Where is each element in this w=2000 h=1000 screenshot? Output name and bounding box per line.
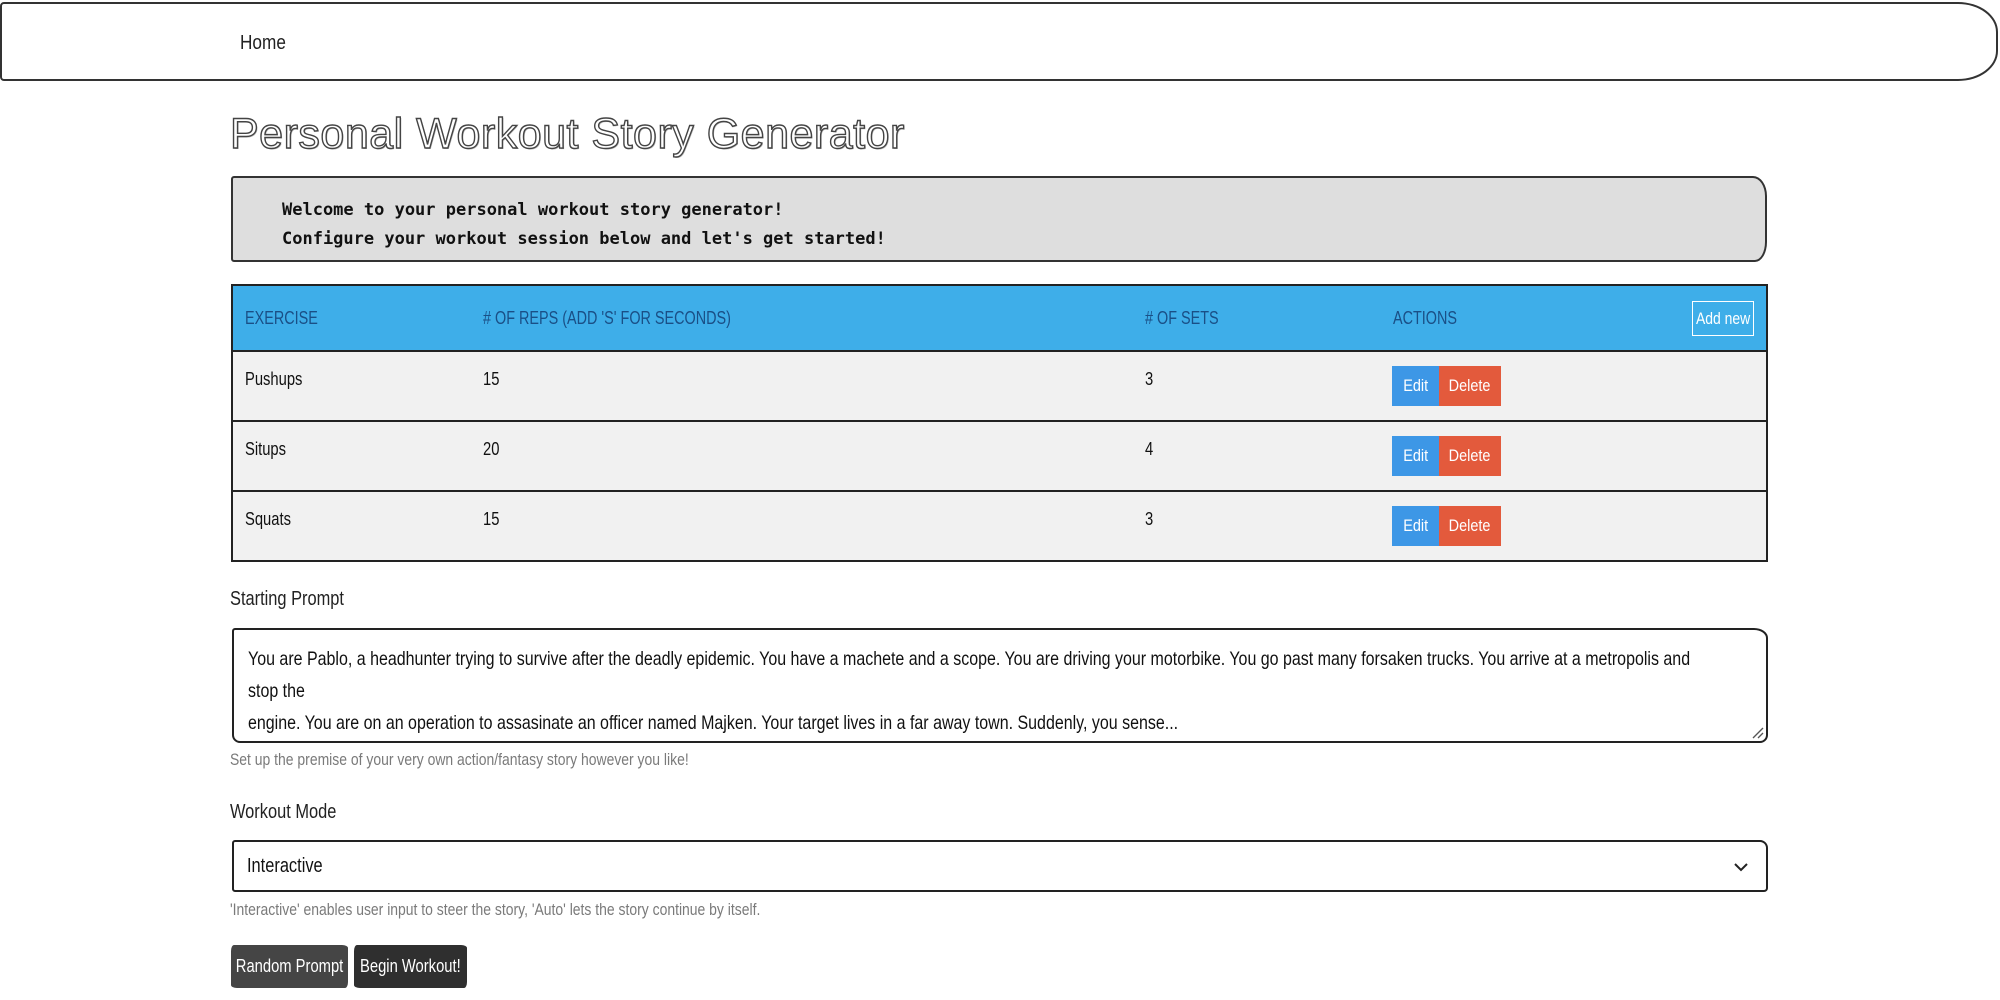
prompt-line-2: engine. You are on an operation to assas… [248,712,1179,734]
random-prompt-button[interactable]: Random Prompt [231,945,348,988]
exercise-table: Exercise # of Reps (add 's' for seconds)… [231,284,1768,562]
edit-button[interactable]: Edit [1392,436,1439,476]
chevron-down-icon [1734,863,1748,872]
delete-button[interactable]: Delete [1439,506,1501,546]
edit-button[interactable]: Edit [1392,366,1439,406]
delete-label: Delete [1449,516,1491,535]
welcome-banner: Welcome to your personal workout story g… [231,176,1767,262]
starting-prompt-label: Starting Prompt [230,588,344,610]
mode-hint: 'Interactive' enables user input to stee… [230,900,761,919]
header-exercise: Exercise [245,308,318,328]
begin-workout-label: Begin Workout! [360,956,461,976]
add-new-label: Add new [1695,308,1751,328]
header-reps: # of Reps (add 's' for seconds) [483,308,731,328]
welcome-line-1: Welcome to your personal workout story g… [282,200,784,220]
add-new-button[interactable]: Add new [1692,301,1754,336]
cell-reps: 20 [483,439,500,459]
edit-label: Edit [1403,446,1428,465]
welcome-line-2: Configure your workout session below and… [282,229,886,249]
navbar: Home [0,2,1998,81]
delete-label: Delete [1449,376,1491,395]
cell-reps: 15 [483,369,500,389]
edit-label: Edit [1403,376,1428,395]
starting-prompt-textarea[interactable]: You are Pablo, a headhunter trying to su… [232,628,1768,743]
edit-label: Edit [1403,516,1428,535]
nav-home-link[interactable]: Home [240,32,286,55]
workout-mode-select[interactable]: Interactive [232,840,1768,892]
header-actions: Actions [1393,308,1458,328]
table-row: Squats 15 3 Edit Delete [233,492,1766,562]
cell-sets: 4 [1145,439,1154,459]
page-title: Personal Workout Story Generator [229,109,905,158]
begin-workout-button[interactable]: Begin Workout! [354,945,467,988]
table-header: Exercise # of Reps (add 's' for seconds)… [233,286,1766,352]
prompt-hint: Set up the premise of your very own acti… [230,750,689,769]
workout-mode-value: Interactive [247,855,323,877]
header-sets: # of Sets [1145,308,1219,328]
random-prompt-label: Random Prompt [235,956,344,976]
edit-button[interactable]: Edit [1392,506,1439,546]
prompt-text: You are Pablo, a headhunter trying to su… [248,643,1724,739]
cell-sets: 3 [1145,509,1154,529]
cell-sets: 3 [1145,369,1154,389]
cell-reps: 15 [483,509,500,529]
prompt-line-1: You are Pablo, a headhunter trying to su… [248,648,1691,702]
cell-exercise: Squats [245,509,291,529]
cell-exercise: Pushups [245,369,303,389]
delete-button[interactable]: Delete [1439,436,1501,476]
workout-mode-label: Workout Mode [230,801,337,823]
resize-handle-icon[interactable] [1750,725,1764,739]
delete-button[interactable]: Delete [1439,366,1501,406]
table-row: Pushups 15 3 Edit Delete [233,352,1766,422]
table-row: Situps 20 4 Edit Delete [233,422,1766,492]
cell-exercise: Situps [245,439,287,459]
delete-label: Delete [1449,446,1491,465]
